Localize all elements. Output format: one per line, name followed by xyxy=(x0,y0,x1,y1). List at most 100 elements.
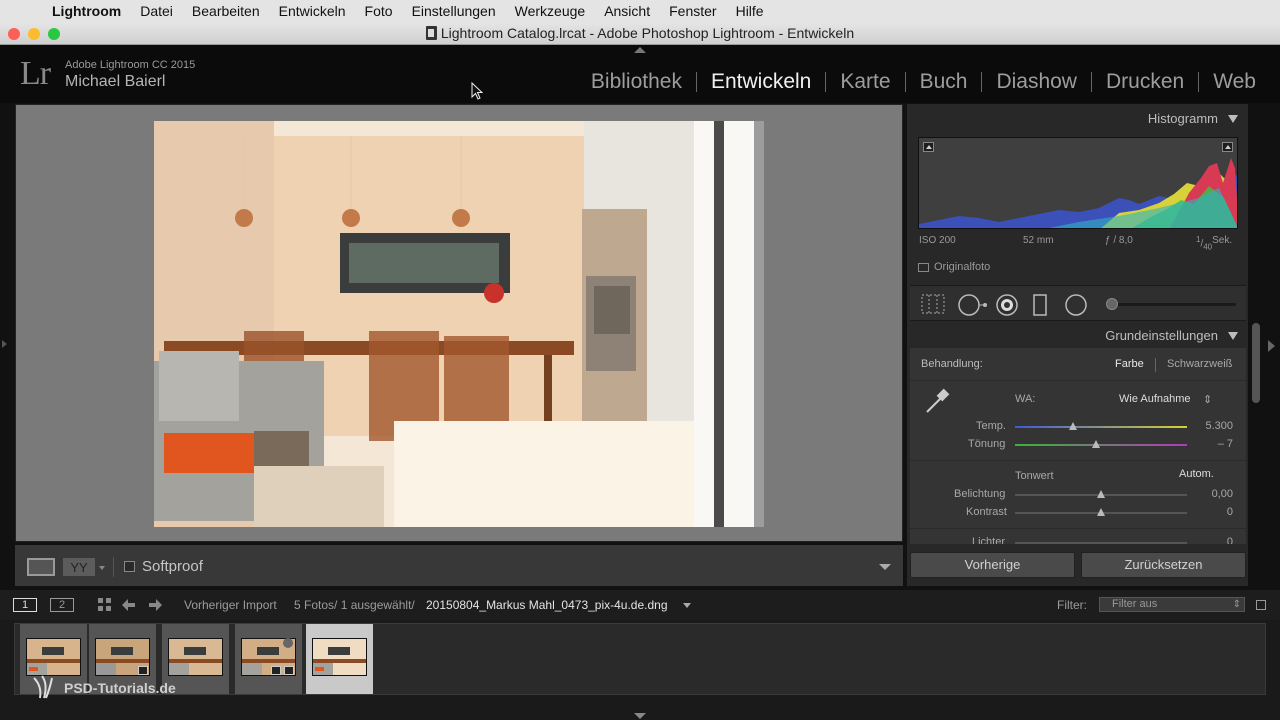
brush-slider-track[interactable] xyxy=(1106,303,1236,306)
radial-filter-icon[interactable] xyxy=(1065,294,1087,316)
selected-filename[interactable]: 20150804_Markus Mahl_0473_pix-4u.de.dng xyxy=(426,598,668,612)
contrast-value[interactable]: 0 xyxy=(1193,506,1233,518)
image-viewer[interactable] xyxy=(15,104,903,542)
auto-tone-button[interactable]: Autom. xyxy=(1179,468,1214,480)
wb-preset-stepper-icon[interactable]: ⇕ xyxy=(1203,393,1212,406)
section-divider xyxy=(910,460,1246,461)
filmstrip-header: 1 2 Vorheriger Import 5 Fotos/ 1 ausgewä… xyxy=(0,590,1280,620)
histogram[interactable] xyxy=(918,137,1238,229)
menu-bearbeiten[interactable]: Bearbeiten xyxy=(192,3,260,19)
zoom-window-button[interactable] xyxy=(48,28,60,40)
brush-slider-handle[interactable] xyxy=(1106,298,1118,310)
graduated-filter-icon[interactable] xyxy=(1033,294,1047,316)
spot-removal-icon[interactable] xyxy=(958,294,988,316)
module-bibliothek[interactable]: Bibliothek xyxy=(577,70,696,94)
tool-strip xyxy=(910,285,1246,321)
right-panel-toggle-icon[interactable] xyxy=(1268,340,1275,352)
right-panel-scrollbar[interactable] xyxy=(1252,323,1260,403)
before-after-view-button[interactable]: YY xyxy=(63,558,95,576)
top-panel-toggle-icon[interactable] xyxy=(634,47,646,53)
white-balance-picker-icon[interactable] xyxy=(921,386,953,418)
exposure-value[interactable]: 0,00 xyxy=(1193,488,1233,500)
filmstrip-toggle-icon[interactable] xyxy=(634,713,646,719)
original-photo-toggle[interactable]: Originalfoto xyxy=(918,261,990,273)
menu-werkzeuge[interactable]: Werkzeuge xyxy=(515,3,586,19)
highlights-label: Lichter xyxy=(972,536,1006,544)
lightroom-window: Lightroom Datei Bearbeiten Entwickeln Fo… xyxy=(0,0,1280,720)
treatment-label: Behandlung: xyxy=(921,358,983,370)
source-label[interactable]: Vorheriger Import xyxy=(184,598,277,612)
filter-lock-icon[interactable] xyxy=(1256,600,1266,610)
shutter-numerator: 1 xyxy=(1196,235,1201,244)
photo-count: 5 Fotos/ 1 ausgewählt/ xyxy=(294,598,415,612)
menu-datei[interactable]: Datei xyxy=(140,3,173,19)
tint-slider-handle[interactable] xyxy=(1091,440,1100,448)
filter-stepper-icon[interactable]: ⇕ xyxy=(1233,598,1241,611)
main-screen-button[interactable]: 1 xyxy=(13,598,37,612)
filename-dropdown-icon[interactable] xyxy=(683,603,691,608)
interior-photo xyxy=(154,121,764,527)
highlights-value[interactable]: 0 xyxy=(1193,536,1233,544)
menu-lightroom[interactable]: Lightroom xyxy=(52,3,121,19)
viewer-toolbar: YY Softproof xyxy=(15,544,903,586)
module-karte[interactable]: Karte xyxy=(826,70,904,94)
collapse-triangle-icon[interactable] xyxy=(1228,115,1238,123)
temp-slider-handle[interactable] xyxy=(1069,422,1078,430)
menu-einstellungen[interactable]: Einstellungen xyxy=(412,3,496,19)
treatment-bw-option[interactable]: Schwarzweiß xyxy=(1167,358,1232,370)
close-window-button[interactable] xyxy=(8,28,20,40)
treatment-color-option[interactable]: Farbe xyxy=(1115,358,1144,370)
filmstrip-thumbnail-selected[interactable] xyxy=(306,624,373,694)
histogram-header[interactable]: Histogramm xyxy=(907,105,1248,133)
minimize-window-button[interactable] xyxy=(28,28,40,40)
lightroom-logo: Lr xyxy=(20,55,51,92)
grid-view-icon[interactable] xyxy=(98,598,112,612)
back-arrow-icon[interactable] xyxy=(122,598,136,612)
crop-overlay-icon[interactable] xyxy=(921,294,945,314)
left-panel-toggle-icon[interactable] xyxy=(2,340,7,348)
loupe-view-button[interactable] xyxy=(27,558,55,576)
original-photo-label: Originalfoto xyxy=(934,261,991,273)
highlights-slider-track[interactable] xyxy=(1015,542,1187,544)
aperture-value: ƒ / 8,0 xyxy=(1105,235,1133,246)
contrast-slider-handle[interactable] xyxy=(1097,508,1105,516)
exposure-slider-handle[interactable] xyxy=(1097,490,1105,498)
filter-select[interactable]: Filter aus ⇕ xyxy=(1099,597,1245,612)
second-screen-button[interactable]: 2 xyxy=(50,598,74,612)
menu-ansicht[interactable]: Ansicht xyxy=(604,3,650,19)
shutter-unit: Sek. xyxy=(1212,235,1233,246)
tint-value[interactable]: – 7 xyxy=(1193,438,1233,450)
shutter-denominator: 40 xyxy=(1203,242,1213,252)
toolbar-content-menu-icon[interactable] xyxy=(879,564,891,570)
user-name: Michael Baierl xyxy=(65,73,166,90)
tint-slider-track[interactable] xyxy=(1015,444,1187,446)
panel-buttons: Vorherige Zurücksetzen xyxy=(907,546,1248,586)
shadow-clipping-icon[interactable] xyxy=(923,142,934,152)
window-titlebar: Lightroom Catalog.lrcat - Adobe Photosho… xyxy=(0,22,1280,45)
softproof-checkbox[interactable] xyxy=(124,561,135,572)
red-eye-icon[interactable] xyxy=(996,294,1018,316)
forward-arrow-icon[interactable] xyxy=(148,598,162,612)
wb-preset-value[interactable]: Wie Aufnahme xyxy=(1119,393,1191,405)
module-entwickeln[interactable]: Entwickeln xyxy=(697,70,825,94)
previous-settings-button[interactable]: Vorherige xyxy=(910,552,1075,578)
menu-entwickeln[interactable]: Entwickeln xyxy=(279,3,346,19)
module-diashow[interactable]: Diashow xyxy=(982,70,1091,94)
original-photo-checkbox[interactable] xyxy=(918,262,929,272)
histogram-metadata: ISO 200 52 mm ƒ / 8,0 1/40 Sek. xyxy=(919,235,1239,252)
collapse-triangle-icon[interactable] xyxy=(1228,332,1238,340)
module-drucken[interactable]: Drucken xyxy=(1092,70,1198,94)
temp-slider-track[interactable] xyxy=(1015,426,1187,428)
reset-button[interactable]: Zurücksetzen xyxy=(1081,552,1246,578)
highlight-clipping-icon[interactable] xyxy=(1222,142,1233,152)
exposure-label: Belichtung xyxy=(954,488,1006,500)
temp-value[interactable]: 5.300 xyxy=(1193,420,1233,432)
filmstrip-thumbnail[interactable] xyxy=(235,624,302,694)
menu-hilfe[interactable]: Hilfe xyxy=(736,3,764,19)
before-after-dropdown-icon[interactable] xyxy=(99,566,105,570)
basic-header[interactable]: Grundeinstellungen xyxy=(907,322,1248,350)
menu-foto[interactable]: Foto xyxy=(365,3,393,19)
module-buch[interactable]: Buch xyxy=(906,70,982,94)
module-web[interactable]: Web xyxy=(1199,70,1270,94)
menu-fenster[interactable]: Fenster xyxy=(669,3,716,19)
